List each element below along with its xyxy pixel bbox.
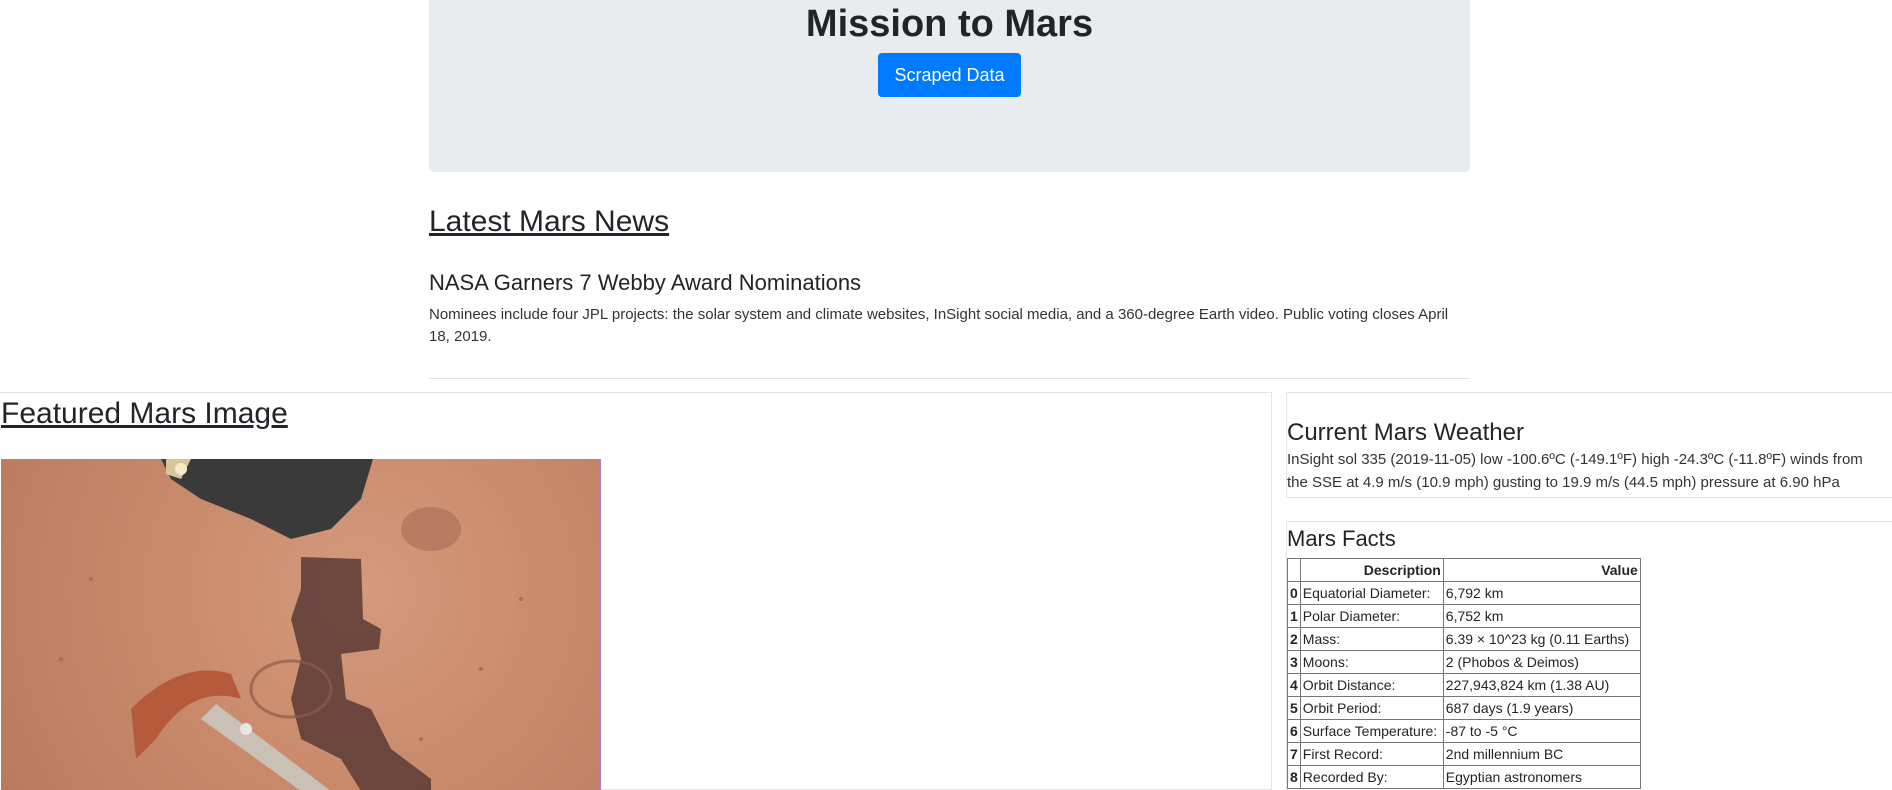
facts-title: Mars Facts xyxy=(1287,526,1396,551)
news-section-title: Latest Mars News xyxy=(429,205,670,238)
featured-image-section: Featured Mars Image xyxy=(0,392,1272,790)
facts-table: Description Value 0 Equatorial Diameter:… xyxy=(1287,558,1641,789)
row-index: 8 xyxy=(1287,765,1301,789)
row-value: -87 to -5 °C xyxy=(1442,719,1641,743)
page-title: Mission to Mars xyxy=(805,3,1094,45)
facts-section: Mars Facts Description Value 0 Equatoria… xyxy=(1286,521,1892,790)
row-value: 2nd millennium BC xyxy=(1442,742,1641,766)
row-description: Orbit Distance: xyxy=(1299,673,1444,697)
row-description: Recorded By: xyxy=(1299,765,1444,789)
row-index: 7 xyxy=(1287,742,1301,766)
row-value: 6,792 km xyxy=(1442,581,1641,605)
news-teaser: Nominees include four JPL projects: the … xyxy=(429,306,1449,345)
weather-text: InSight sol 335 (2019-11-05) low -100.6º… xyxy=(1287,451,1863,491)
row-value: 2 (Phobos & Deimos) xyxy=(1442,650,1641,674)
table-row: 1 Polar Diameter: 6,752 km xyxy=(1287,604,1641,628)
table-row: 2 Mass: 6.39 × 10^23 kg (0.11 Earths) xyxy=(1287,627,1641,651)
table-row: 7 First Record: 2nd millennium BC xyxy=(1287,742,1641,766)
row-index: 3 xyxy=(1287,650,1301,674)
row-index: 4 xyxy=(1287,673,1301,697)
row-value: 227,943,824 km (1.38 AU) xyxy=(1442,673,1641,697)
row-description: Mass: xyxy=(1299,627,1444,651)
row-value: Egyptian astronomers xyxy=(1442,765,1641,789)
featured-mars-image xyxy=(1,459,601,790)
row-description: Surface Temperature: xyxy=(1299,719,1444,743)
news-headline: NASA Garners 7 Webby Award Nominations xyxy=(429,270,862,295)
row-description: Orbit Period: xyxy=(1299,696,1444,720)
row-description: Equatorial Diameter: xyxy=(1299,581,1444,605)
mars-surface-illustration xyxy=(59,459,523,790)
row-index: 0 xyxy=(1287,581,1301,605)
featured-image-title: Featured Mars Image xyxy=(1,397,288,430)
table-header-row: Description Value xyxy=(1287,558,1641,582)
row-value: 687 days (1.9 years) xyxy=(1442,696,1641,720)
table-header-index xyxy=(1287,558,1301,582)
table-row: 4 Orbit Distance: 227,943,824 km (1.38 A… xyxy=(1287,673,1641,697)
scraped-data-button[interactable]: Scraped Data xyxy=(878,53,1021,97)
table-row: 3 Moons: 2 (Phobos & Deimos) xyxy=(1287,650,1641,674)
table-row: 8 Recorded By: Egyptian astronomers xyxy=(1287,765,1641,789)
row-index: 5 xyxy=(1287,696,1301,720)
row-index: 2 xyxy=(1287,627,1301,651)
row-description: Moons: xyxy=(1299,650,1444,674)
row-index: 1 xyxy=(1287,604,1301,628)
table-header-description: Description xyxy=(1299,558,1444,582)
table-row: 0 Equatorial Diameter: 6,792 km xyxy=(1287,581,1641,605)
row-value: 6.39 × 10^23 kg (0.11 Earths) xyxy=(1442,627,1641,651)
news-section: Latest Mars News NASA Garners 7 Webby Aw… xyxy=(429,200,1470,379)
table-row: 6 Surface Temperature: -87 to -5 °C xyxy=(1287,719,1641,743)
table-row: 5 Orbit Period: 687 days (1.9 years) xyxy=(1287,696,1641,720)
divider xyxy=(429,378,1470,379)
table-header-value: Value xyxy=(1442,558,1641,582)
jumbotron-header: Mission to Mars Scraped Data xyxy=(429,0,1470,172)
row-value: 6,752 km xyxy=(1442,604,1641,628)
row-description: First Record: xyxy=(1299,742,1444,766)
row-description: Polar Diameter: xyxy=(1299,604,1444,628)
row-index: 6 xyxy=(1287,719,1301,743)
weather-section: Current Mars Weather InSight sol 335 (20… xyxy=(1286,392,1892,498)
weather-title: Current Mars Weather xyxy=(1287,419,1524,446)
